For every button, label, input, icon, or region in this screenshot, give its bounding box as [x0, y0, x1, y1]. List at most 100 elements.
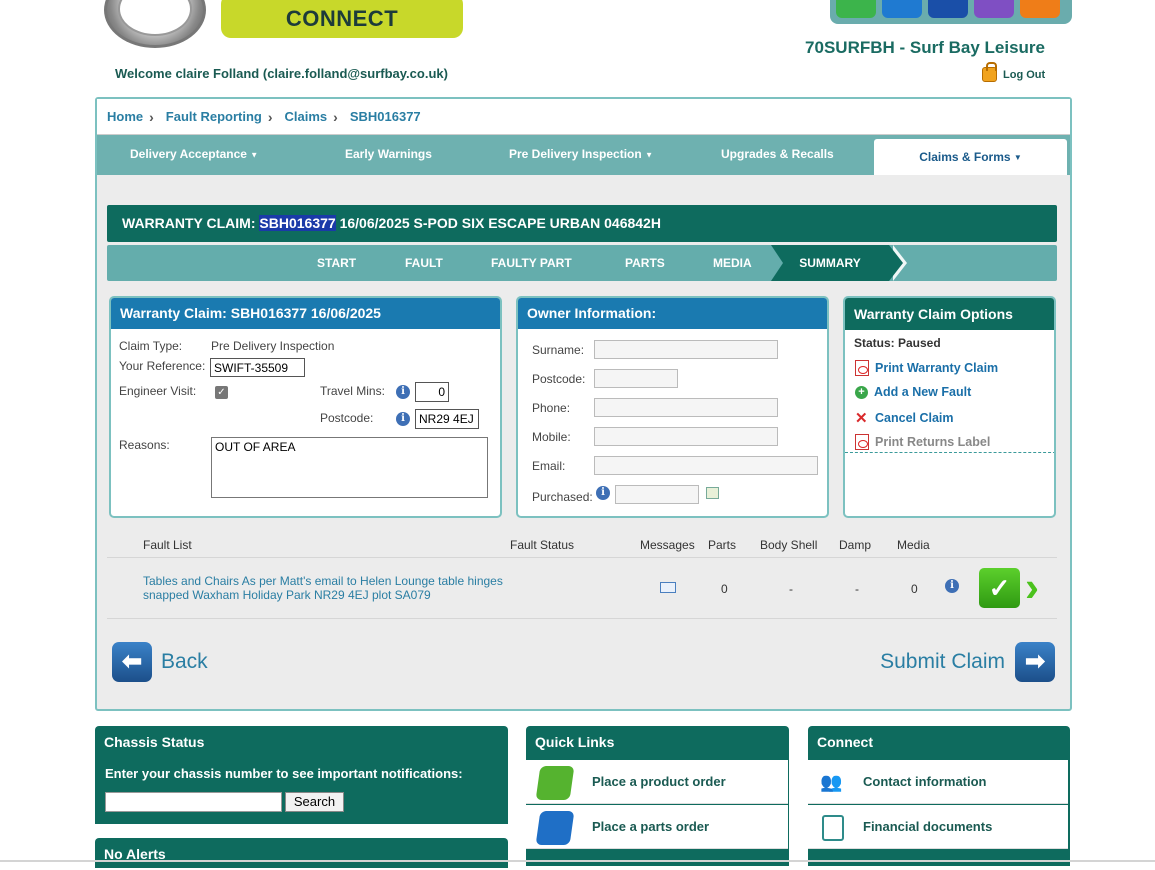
col-media: Media [897, 538, 930, 552]
travel-mins-input[interactable]: 0 [415, 382, 449, 402]
dealer-name: 70SURFBH - Surf Bay Leisure [805, 38, 1045, 57]
claim-id-highlight: SBH016377 [259, 215, 336, 231]
nav-delivery-acceptance[interactable]: Delivery Acceptance ▼ [130, 147, 258, 161]
info-icon[interactable]: i [396, 412, 410, 426]
calendar-icon[interactable] [706, 487, 719, 499]
main-nav: Delivery Acceptance ▼ Early Warnings Pre… [97, 135, 1070, 175]
info-icon[interactable]: i [396, 385, 410, 399]
breadcrumb-current[interactable]: SBH016377 [350, 109, 421, 124]
tray-app-icon-5[interactable] [1020, 0, 1060, 18]
tray-app-icon-1[interactable] [836, 0, 876, 18]
chassis-search-input[interactable] [105, 792, 282, 812]
people-icon: 👥 [820, 772, 843, 792]
alerts-title: No Alerts [104, 846, 166, 862]
quick-link-product-order[interactable]: Place a product order [526, 760, 788, 804]
postcode-input[interactable]: NR29 4EJ [415, 409, 479, 429]
calculator-icon [822, 815, 844, 841]
options-panel-title: Warranty Claim Options [845, 298, 1054, 330]
chassis-status-title: Chassis Status [104, 734, 205, 750]
phone-field[interactable] [594, 398, 778, 417]
alerts-panel: No Alerts [95, 838, 508, 868]
lock-icon [982, 62, 997, 82]
engineer-visit-checkbox[interactable]: ✓ [215, 386, 228, 399]
purchased-date-field[interactable] [615, 485, 699, 504]
print-returns-label-link[interactable]: Print Returns Label [855, 434, 990, 450]
step-summary[interactable]: SUMMARY [771, 245, 889, 281]
add-new-fault-link[interactable]: + Add a New Fault [855, 385, 971, 399]
caret-down-icon: ▼ [250, 150, 259, 160]
check-icon[interactable]: ✓ [979, 568, 1020, 608]
mobile-field[interactable] [594, 427, 778, 446]
breadcrumb-home[interactable]: Home › [107, 109, 154, 125]
step-fault[interactable]: FAULT [405, 256, 443, 270]
connect-contact-info[interactable]: 👥 Contact information [808, 760, 1068, 804]
chassis-prompt: Enter your chassis number to see importa… [105, 766, 463, 781]
back-arrow-icon[interactable]: ⬅ [112, 642, 152, 682]
chevron-right-icon: › [333, 108, 338, 125]
owner-info-panel: Owner Information: Surname: Postcode: Ph… [516, 296, 829, 518]
col-body-shell: Body Shell [760, 538, 818, 552]
col-fault-list: Fault List [143, 538, 192, 552]
claim-title-bar: WARRANTY CLAIM: SBH016377 16/06/2025 S-P… [107, 205, 1057, 242]
warranty-panel-title: Warranty Claim: SBH016377 16/06/2025 [111, 298, 500, 329]
connect-financial-docs[interactable]: Financial documents [808, 805, 1068, 849]
chevron-right-icon: › [149, 108, 154, 125]
plus-icon: + [855, 385, 868, 399]
warranty-claim-panel: Warranty Claim: SBH016377 16/06/2025 Cla… [109, 296, 502, 518]
info-icon[interactable]: i [596, 486, 610, 500]
phone-label: Phone: [532, 401, 571, 415]
step-parts[interactable]: PARTS [625, 256, 665, 270]
connect-panel: Connect 👥 Contact information Financial … [808, 726, 1070, 866]
reasons-textarea[interactable]: OUT OF AREA [211, 437, 488, 498]
claim-options-panel: Warranty Claim Options Status: Paused Pr… [843, 296, 1056, 518]
surname-label: Surname: [532, 343, 585, 357]
step-arrow [889, 245, 903, 281]
product-order-icon [535, 766, 575, 800]
chevron-right-icon[interactable]: › [1025, 566, 1039, 608]
claim-status: Status: Paused [854, 336, 941, 350]
step-start[interactable]: START [317, 256, 356, 270]
surname-field[interactable] [594, 340, 778, 359]
claim-steps: START FAULT FAULTY PART PARTS MEDIA SUMM… [107, 245, 1057, 281]
media-count: 0 [911, 582, 918, 596]
col-damp: Damp [839, 538, 872, 552]
cancel-claim-link[interactable]: ✕ Cancel Claim [855, 409, 954, 427]
nav-pre-delivery-inspection[interactable]: Pre Delivery Inspection ▼ [509, 147, 653, 161]
back-button[interactable]: Back [161, 650, 208, 674]
forward-arrow-icon[interactable]: ➡ [1015, 642, 1055, 682]
welcome-text: Welcome claire Folland (claire.folland@s… [115, 66, 448, 81]
print-warranty-claim-link[interactable]: Print Warranty Claim [855, 360, 998, 376]
envelope-icon[interactable] [660, 582, 676, 593]
parts-count: 0 [721, 582, 728, 596]
step-media[interactable]: MEDIA [713, 256, 752, 270]
caret-down-icon: ▼ [1013, 152, 1022, 162]
nav-early-warnings[interactable]: Early Warnings [345, 147, 432, 161]
logout-link[interactable]: Log Out [982, 62, 1045, 82]
breadcrumb: Home › Fault Reporting › Claims › SBH016377 [97, 99, 1070, 135]
quick-links-panel: Quick Links Place a product order Place … [526, 726, 789, 866]
tray-app-icon-3[interactable] [928, 0, 968, 18]
email-field[interactable] [594, 456, 818, 475]
breadcrumb-fault-reporting[interactable]: Fault Reporting › [166, 109, 273, 125]
nav-claims-forms[interactable]: Claims & Forms ▼ [874, 139, 1067, 175]
tray-app-icon-2[interactable] [882, 0, 922, 18]
breadcrumb-claims[interactable]: Claims › [285, 109, 338, 125]
chassis-status-panel: Chassis Status Enter your chassis number… [95, 726, 508, 824]
reference-input[interactable]: SWIFT-35509 [210, 358, 305, 377]
app-icon-tray [830, 0, 1072, 24]
fault-description-link[interactable]: Tables and Chairs As per Matt's email to… [143, 574, 503, 602]
info-icon[interactable]: i [945, 579, 959, 593]
chassis-search-button[interactable]: Search [285, 792, 344, 812]
quick-link-parts-order[interactable]: Place a parts order [526, 805, 788, 849]
owner-postcode-field[interactable] [594, 369, 678, 388]
submit-claim-button[interactable]: Submit Claim [862, 650, 1005, 674]
truck-icon [535, 811, 575, 845]
close-icon: ✕ [855, 410, 868, 427]
damp-value: - [855, 582, 859, 596]
pdf-icon [855, 434, 869, 450]
tray-app-icon-4[interactable] [974, 0, 1014, 18]
postcode-label: Postcode: [320, 411, 374, 425]
step-faulty-part[interactable]: FAULTY PART [491, 256, 572, 270]
nav-upgrades-recalls[interactable]: Upgrades & Recalls [721, 147, 834, 161]
caret-down-icon: ▼ [645, 150, 653, 160]
